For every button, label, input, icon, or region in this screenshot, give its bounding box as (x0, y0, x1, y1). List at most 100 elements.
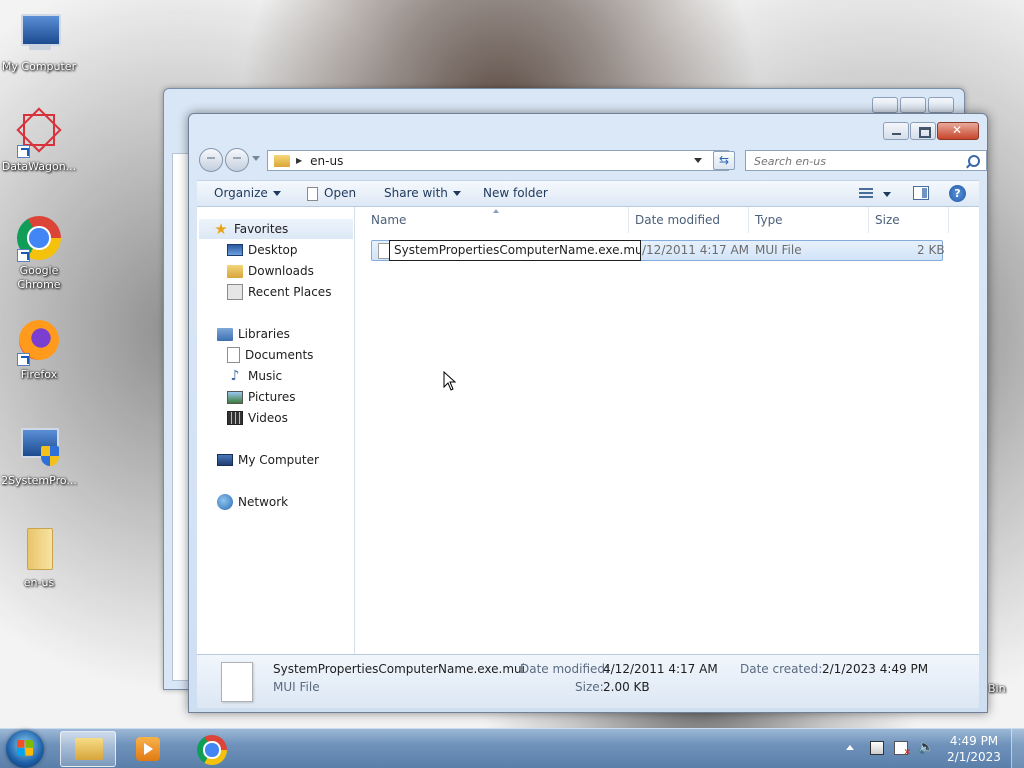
network-icon[interactable] (870, 741, 884, 755)
column-label: Date modified (635, 213, 721, 227)
rename-input[interactable]: SystemPropertiesComputerName.exe.mui (389, 240, 641, 261)
desktop-icon-firefox[interactable]: Firefox (1, 318, 77, 382)
maximize-button[interactable] (910, 122, 936, 140)
shortcut-arrow-icon (17, 249, 30, 262)
column-label: Size (875, 213, 900, 227)
close-button[interactable] (937, 122, 979, 140)
chrome-icon-wrapper (15, 214, 63, 262)
view-options-icon[interactable] (859, 188, 873, 199)
nav-label: Network (238, 495, 289, 509)
recent-pages-dropdown-icon[interactable] (252, 156, 260, 161)
help-icon[interactable]: ? (949, 185, 966, 202)
computer-icon (15, 10, 63, 58)
nav-documents[interactable]: Documents (227, 345, 313, 365)
taskbar-media-player-button[interactable] (120, 731, 176, 767)
start-button[interactable] (6, 730, 44, 768)
explorer-window[interactable]: ▶ en-us ⇆ Organize Open Share with New f… (188, 113, 988, 713)
minimize-button[interactable] (883, 122, 909, 140)
nav-label: Desktop (248, 243, 298, 257)
details-file-name: SystemPropertiesComputerName.exe.mui (273, 662, 525, 676)
desktop-icon-2systemproperties[interactable]: 2SystemPro... (1, 424, 77, 488)
recycle-bin-label[interactable]: Bin (988, 682, 1006, 695)
clock-date: 2/1/2023 (947, 750, 1001, 764)
column-header-size[interactable]: Size (869, 207, 949, 233)
background-minimize-button[interactable] (872, 97, 898, 113)
nav-my-computer[interactable]: My Computer (217, 450, 319, 470)
new-folder-button[interactable]: New folder (483, 186, 548, 200)
nav-recent-places[interactable]: Recent Places (227, 282, 331, 302)
show-hidden-icons-button[interactable] (846, 741, 860, 755)
star-icon: ★ (214, 220, 228, 238)
address-bar[interactable]: ▶ en-us (267, 150, 729, 171)
organize-label: Organize (214, 186, 268, 200)
firefox-icon (15, 318, 63, 366)
nav-network[interactable]: Network (217, 492, 288, 512)
sort-ascending-icon (493, 209, 499, 213)
nav-label: Downloads (248, 264, 314, 278)
back-button[interactable] (199, 148, 223, 172)
chevron-down-icon (272, 191, 281, 196)
nav-videos[interactable]: Videos (227, 408, 288, 428)
show-desktop-button[interactable] (1011, 729, 1024, 768)
refresh-icon: ⇆ (718, 153, 730, 167)
preview-pane-icon[interactable] (913, 186, 929, 200)
search-icon[interactable] (968, 155, 980, 167)
refresh-button[interactable]: ⇆ (713, 151, 735, 170)
chevron-up-icon (846, 745, 854, 750)
background-maximize-button[interactable] (900, 97, 926, 113)
address-dropdown-icon[interactable] (694, 158, 702, 163)
search-box[interactable] (745, 150, 987, 171)
details-file-type: MUI File (273, 680, 320, 694)
taskbar-chrome-button[interactable] (184, 731, 240, 767)
media-player-icon (136, 737, 160, 761)
action-center-icon[interactable] (894, 741, 911, 758)
view-dropdown-icon[interactable] (883, 192, 891, 197)
nav-downloads[interactable]: Downloads (227, 261, 314, 281)
volume-icon[interactable]: 🔈 (918, 741, 934, 755)
datawagon-icon (15, 107, 63, 158)
column-header-date-modified[interactable]: Date modified (629, 207, 749, 233)
desktop-icon-my-computer[interactable]: My Computer (1, 10, 77, 74)
column-header-type[interactable]: Type (749, 207, 869, 233)
documents-icon (227, 347, 240, 363)
nav-favorites[interactable]: ★ Favorites (199, 219, 353, 239)
address-row: ▶ en-us ⇆ (197, 148, 987, 174)
folder-icon (75, 738, 103, 760)
breadcrumb-en-us[interactable]: en-us (310, 154, 343, 168)
column-header-name[interactable]: Name (365, 207, 629, 233)
downloads-folder-icon (227, 264, 243, 278)
share-with-label: Share with (384, 186, 448, 200)
nav-libraries[interactable]: Libraries (217, 324, 290, 344)
clock[interactable]: 4:49 PM 2/1/2023 (944, 733, 1004, 765)
recent-places-icon (227, 284, 243, 300)
background-close-button[interactable] (928, 97, 954, 113)
table-row[interactable]: SystemPropertiesComputerName.exe.mui /12… (371, 240, 945, 261)
open-button[interactable]: Open (307, 186, 356, 201)
details-date-created-value: 2/1/2023 4:49 PM (822, 662, 929, 676)
organize-button[interactable]: Organize (214, 186, 281, 200)
details-date-modified-value: 4/12/2011 4:17 AM (603, 662, 718, 676)
desktop-icon-en-us-folder[interactable]: en-us (1, 526, 77, 590)
command-bar: Organize Open Share with New folder ? (197, 180, 979, 207)
desktop-icon-label: My Computer (1, 60, 77, 73)
search-input[interactable] (752, 154, 956, 169)
nav-music[interactable]: ♪ Music (227, 366, 283, 386)
shield-computer-icon (15, 424, 63, 472)
chrome-icon (197, 735, 227, 765)
desktop-icon-google-chrome[interactable]: Google Chrome (1, 214, 77, 292)
breadcrumb-arrow-icon[interactable]: ▶ (296, 156, 302, 165)
column-label: Type (755, 213, 783, 227)
details-date-modified-label: Date modified: (520, 662, 610, 676)
desktop-icon-datawagon[interactable]: DataWagon... (1, 107, 77, 174)
taskbar-explorer-button[interactable] (60, 731, 116, 767)
windows-logo-icon (17, 740, 33, 756)
file-list[interactable]: Name Date modified Type Size SystemPrope… (355, 207, 979, 654)
folder-icon (274, 154, 290, 167)
navigation-pane[interactable]: ★ Favorites Desktop Downloads Recent Plac… (197, 207, 355, 654)
forward-button[interactable] (225, 148, 249, 172)
share-with-button[interactable]: Share with (384, 186, 461, 200)
desktop-icon (227, 244, 243, 256)
nav-label: Recent Places (248, 285, 332, 299)
nav-pictures[interactable]: Pictures (227, 387, 296, 407)
nav-desktop[interactable]: Desktop (227, 240, 298, 260)
